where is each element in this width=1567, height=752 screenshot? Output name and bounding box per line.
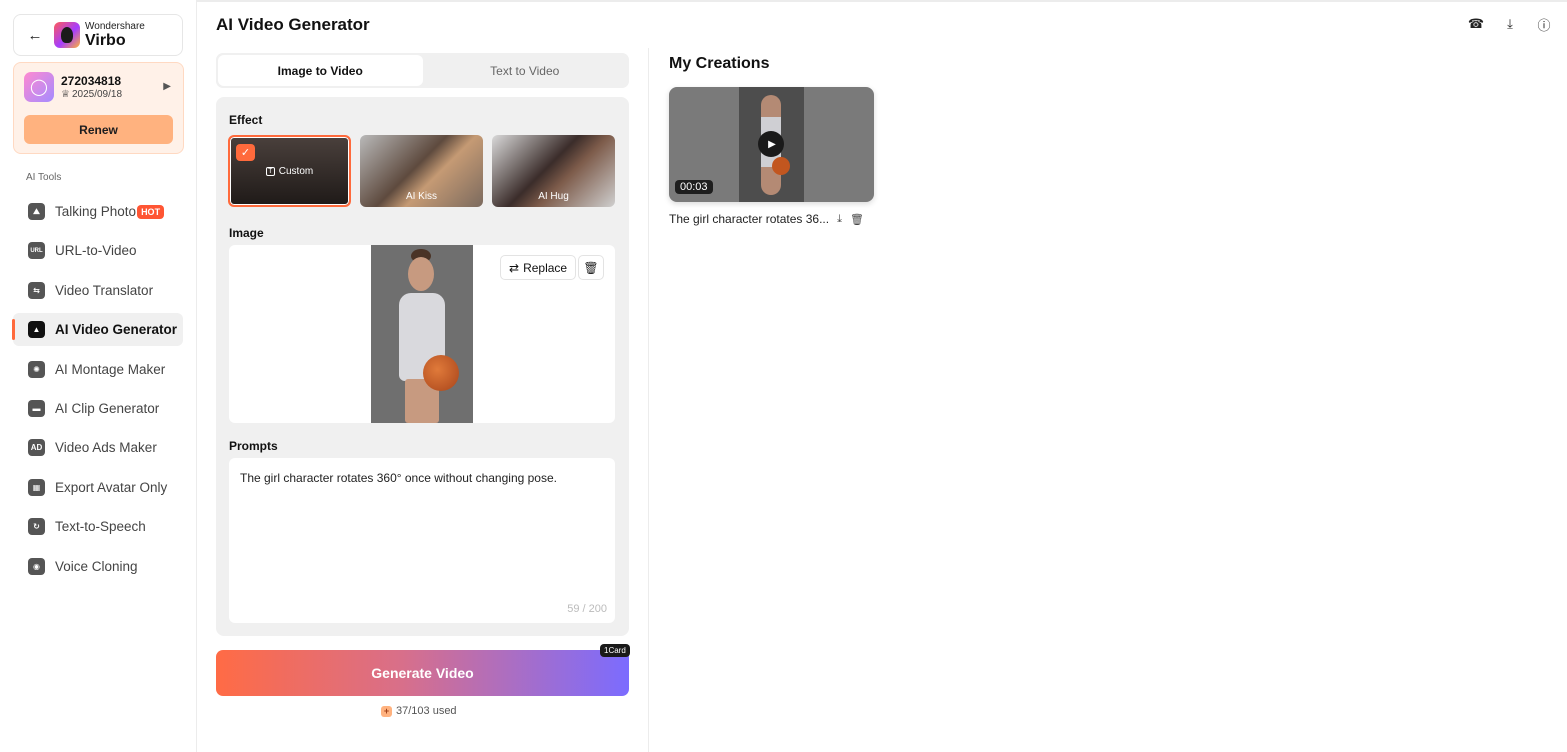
account-expiry: ♕ 2025/09/18 — [61, 89, 122, 100]
hot-badge: HOT — [137, 204, 165, 219]
prompt-textarea[interactable]: The girl character rotates 360° once wit… — [229, 458, 615, 623]
back-arrow-icon[interactable]: ← — [22, 22, 48, 48]
effect-ai-hug[interactable]: AI Hug — [492, 135, 615, 207]
account-card: ◯ 272034818 ♕ 2025/09/18 ▶ Renew — [13, 62, 184, 154]
nav-label: Text-to-Speech — [55, 519, 146, 535]
panel-divider — [648, 48, 649, 752]
card-cost-badge: 1Card — [600, 644, 630, 657]
prompts-label: Prompts — [229, 439, 278, 453]
page-title: AI Video Generator — [216, 15, 370, 34]
clip-icon: ▬ — [28, 399, 45, 417]
brand-text: Wondershare Virbo — [85, 20, 145, 49]
url-icon: URL — [28, 242, 45, 260]
account-date: 2025/09/18 — [71, 89, 123, 100]
mode-tabs: Image to Video Text to Video — [216, 53, 629, 88]
char-counter: 59 / 200 — [567, 603, 607, 615]
effect-name: Custom — [278, 165, 314, 177]
crown-icon: ♕ — [61, 89, 70, 100]
creation-thumbnail[interactable]: ▶ 00:03 — [669, 87, 874, 202]
trash-icon: 🗑 — [583, 260, 599, 275]
effect-label-custom: T Custom — [265, 165, 314, 177]
account-id: 272034818 — [61, 74, 122, 88]
nav-label: Export Avatar Only — [55, 479, 168, 495]
usage-text: 37/103 used — [396, 705, 457, 717]
download-icon[interactable]: ⤓ — [1501, 15, 1519, 33]
tools-heading: AI Tools — [26, 172, 62, 183]
nav-label: AI Video Generator — [55, 322, 178, 338]
tab-text-to-video[interactable]: Text to Video — [423, 55, 628, 86]
nav-label: Voice Cloning — [55, 558, 138, 574]
nav-item-video-translator[interactable]: ⇆ Video Translator — [13, 274, 183, 307]
translate-icon: ⇆ — [28, 281, 45, 299]
photo-basketball — [423, 355, 459, 391]
header-actions: ☎ ⤓ ⓘ — [1467, 15, 1553, 33]
help-icon[interactable]: ⓘ — [1535, 15, 1553, 33]
nav-item-ai-montage-maker[interactable]: ✺ AI Montage Maker — [13, 353, 183, 386]
replace-label: Replace — [523, 260, 568, 275]
montage-icon: ✺ — [28, 360, 45, 378]
effect-label: Effect — [229, 113, 263, 127]
effect-custom[interactable]: ✓ T Custom — [228, 135, 351, 207]
creation-info: The girl character rotates 36... ⤓ 🗑 — [669, 212, 864, 226]
nav-item-video-ads-maker[interactable]: AD Video Ads Maker — [13, 431, 183, 464]
effect-name: AI Hug — [538, 191, 569, 202]
creation-caption: The girl character rotates 36... — [669, 212, 830, 226]
nav-item-text-to-speech[interactable]: ↻ Text-to-Speech — [13, 510, 183, 543]
thumbnail-ball — [772, 157, 790, 175]
checkmark-icon: ✓ — [236, 144, 255, 161]
photo-head — [408, 257, 434, 291]
usage-indicator: + 37/103 used — [381, 705, 457, 717]
generate-video-button[interactable]: Generate Video — [216, 650, 629, 696]
effect-list: ✓ T Custom AI Kiss AI Hug — [228, 135, 615, 207]
nav-item-ai-video-generator[interactable]: ▲ AI Video Generator — [12, 313, 183, 347]
image-label: Image — [229, 226, 264, 240]
trash-icon[interactable]: 🗑 — [850, 213, 864, 226]
nav-label: Talking Photo — [55, 204, 137, 219]
user-avatar-icon: ◯ — [24, 72, 54, 102]
nav-label: Video Ads Maker — [55, 440, 157, 456]
headset-icon[interactable]: ☎ — [1467, 15, 1485, 33]
nav-label: Video Translator — [55, 282, 154, 298]
sidebar: ← Wondershare Virbo ◯ 272034818 ♕ 2025/0… — [0, 0, 197, 752]
uploaded-photo — [371, 245, 473, 423]
nav-item-export-avatar-only[interactable]: ▦ Export Avatar Only — [13, 471, 183, 504]
nav-item-url-to-video[interactable]: URL URL-to-Video — [13, 234, 183, 267]
nav-item-talking-photo[interactable]: ⛰ Talking Photo HOT — [13, 195, 183, 228]
replace-button[interactable]: ⇄ Replace — [500, 255, 577, 280]
delete-image-button[interactable]: 🗑 — [578, 255, 604, 280]
effect-ai-kiss[interactable]: AI Kiss — [360, 135, 483, 207]
avatar-export-icon: ▦ — [28, 478, 45, 496]
brand-bar: ← Wondershare Virbo — [13, 14, 183, 56]
nav-label: URL-to-Video — [55, 243, 137, 259]
video-duration: 00:03 — [675, 180, 713, 194]
renew-button[interactable]: Renew — [24, 115, 173, 144]
download-icon[interactable]: ⤓ — [837, 213, 842, 226]
speech-icon: ↻ — [28, 518, 45, 536]
play-icon[interactable]: ▶ — [758, 131, 784, 157]
nav-item-voice-cloning[interactable]: ◉ Voice Cloning — [13, 550, 183, 583]
generator-form: Effect ✓ T Custom AI Kiss AI Hug Image ⇄… — [216, 97, 629, 636]
brand-product: Virbo — [85, 31, 126, 49]
top-border — [0, 0, 1567, 2]
ads-icon: AD — [28, 439, 45, 457]
image-upload-area[interactable]: ⇄ Replace 🗑 — [229, 245, 615, 423]
prompt-value: The girl character rotates 360° once wit… — [240, 471, 557, 485]
video-generator-icon: ▲ — [28, 321, 45, 339]
virbo-logo — [54, 22, 80, 48]
image-icon: ⛰ — [28, 203, 45, 220]
tab-image-to-video[interactable]: Image to Video — [218, 55, 423, 86]
credit-icon: + — [381, 705, 392, 717]
nav-label: AI Clip Generator — [55, 400, 160, 416]
brand-company: Wondershare — [85, 20, 145, 32]
creations-title: My Creations — [669, 55, 770, 72]
nav-label: AI Montage Maker — [55, 361, 166, 377]
replace-icon: ⇄ — [509, 260, 520, 275]
expand-arrow-icon[interactable]: ▶ — [163, 81, 171, 92]
voice-clone-icon: ◉ — [28, 557, 45, 575]
generate-label: Generate Video — [371, 665, 474, 681]
text-icon: T — [265, 166, 275, 176]
nav-item-ai-clip-generator[interactable]: ▬ AI Clip Generator — [13, 392, 183, 425]
effect-name: AI Kiss — [405, 191, 438, 202]
tools-nav: ⛰ Talking Photo HOT URL URL-to-Video ⇆ V… — [12, 195, 183, 589]
